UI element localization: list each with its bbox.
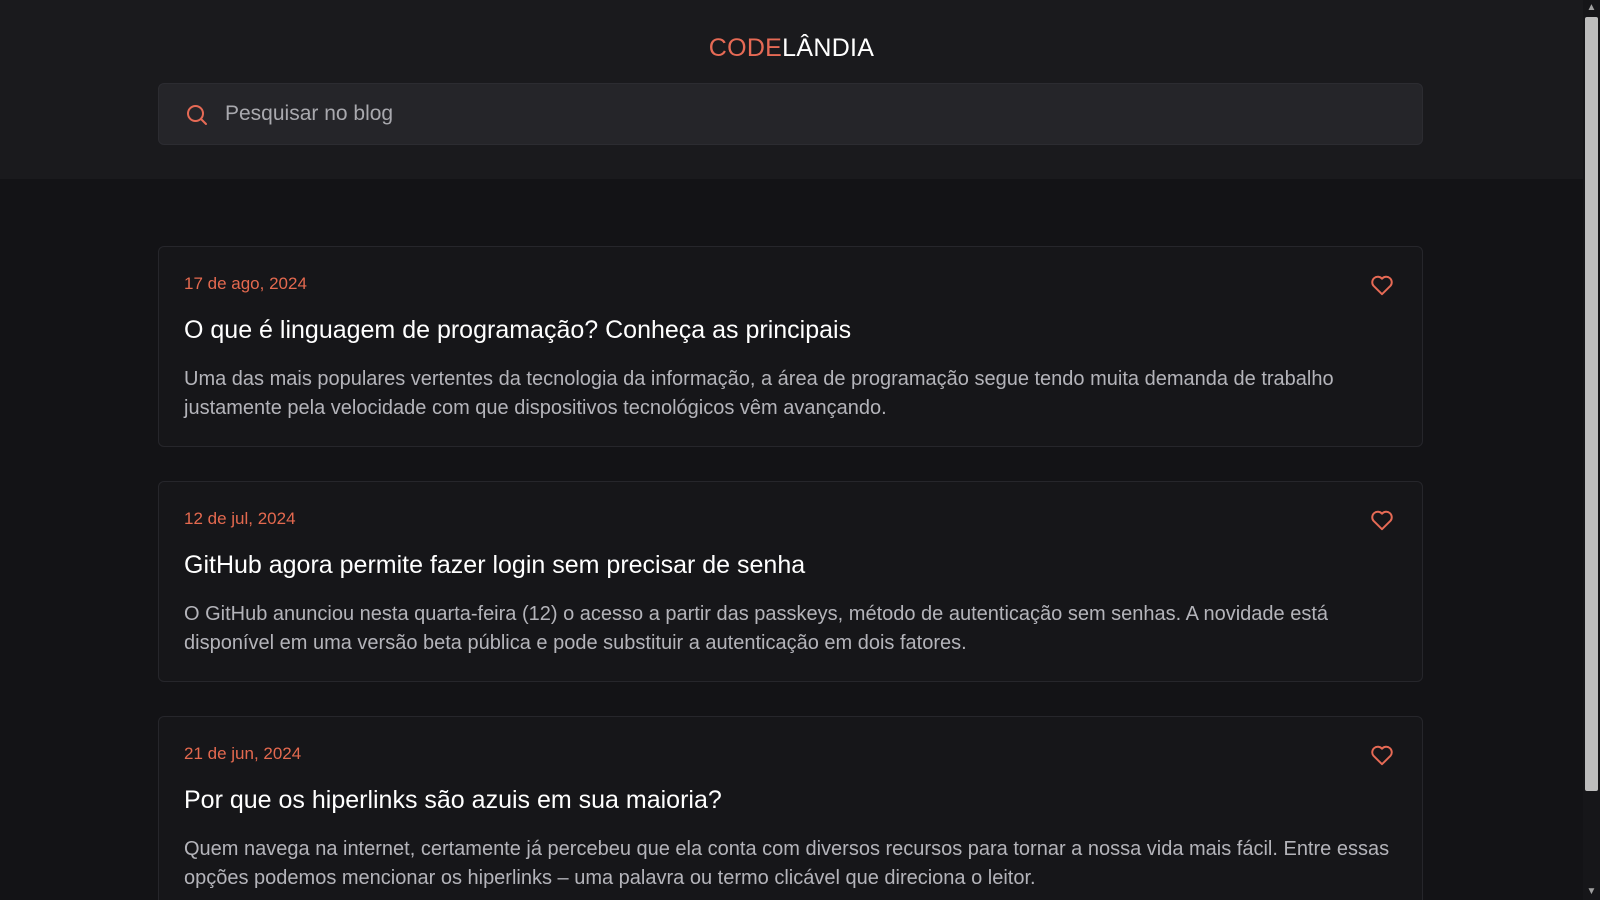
heart-icon[interactable] — [1369, 272, 1395, 298]
site-header: CODELÂNDIA — [0, 0, 1583, 179]
search-bar[interactable] — [158, 83, 1423, 145]
blog-page: CODELÂNDIA 17 de ago, 2024 O que é lingu… — [0, 0, 1583, 900]
site-logo[interactable]: CODELÂNDIA — [0, 34, 1583, 63]
post-card[interactable]: 17 de ago, 2024 O que é linguagem de pro… — [158, 246, 1423, 447]
scroll-down-arrow-icon[interactable]: ▼ — [1583, 884, 1600, 900]
vertical-scrollbar[interactable]: ▲ ▼ — [1583, 0, 1600, 900]
post-excerpt: O GitHub anunciou nesta quarta-feira (12… — [184, 603, 1329, 654]
post-title[interactable]: GitHub agora permite fazer login sem pre… — [184, 551, 805, 580]
post-date: 17 de ago, 2024 — [184, 274, 307, 293]
search-input[interactable] — [225, 84, 1395, 144]
logo-accent-text: CODE — [708, 34, 783, 62]
post-title[interactable]: O que é linguagem de programação? Conheç… — [184, 316, 851, 345]
post-excerpt: Quem navega na internet, certamente já p… — [184, 838, 1390, 889]
post-title[interactable]: Por que os hiperlinks são azuis em sua m… — [184, 786, 722, 815]
post-excerpt: Uma das mais populares vertentes da tecn… — [184, 368, 1334, 419]
heart-icon[interactable] — [1369, 742, 1395, 768]
post-date: 12 de jul, 2024 — [184, 509, 296, 528]
heart-icon[interactable] — [1369, 507, 1395, 533]
post-card[interactable]: 12 de jul, 2024 GitHub agora permite faz… — [158, 481, 1423, 682]
post-date: 21 de jun, 2024 — [184, 744, 302, 763]
scroll-up-arrow-icon[interactable]: ▲ — [1583, 0, 1600, 16]
logo-rest-text: LÂNDIA — [782, 34, 875, 62]
browser-viewport: CODELÂNDIA 17 de ago, 2024 O que é lingu… — [0, 0, 1600, 900]
search-icon — [187, 105, 207, 125]
scrollbar-thumb[interactable] — [1585, 17, 1598, 791]
post-card[interactable]: 21 de jun, 2024 Por que os hiperlinks sã… — [158, 716, 1423, 900]
